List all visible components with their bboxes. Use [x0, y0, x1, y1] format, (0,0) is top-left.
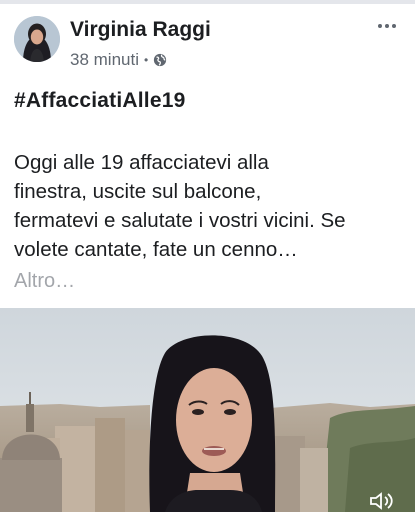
- post-timestamp[interactable]: 38 minuti: [70, 50, 139, 70]
- speaker-icon[interactable]: [369, 492, 395, 510]
- avatar-photo: [14, 16, 60, 62]
- post-text-line: fermatevi e salutate i vostri vicini. Se: [14, 209, 346, 232]
- post-text-line: volete cantate, fate un cenno…: [14, 238, 298, 261]
- video-frame: [0, 308, 415, 512]
- post-header: Virginia Raggi 38 minuti •: [0, 4, 415, 74]
- post-hashtag[interactable]: #AffacciatiAlle19: [14, 89, 185, 113]
- author-name[interactable]: Virginia Raggi: [70, 18, 211, 42]
- more-dot: [385, 24, 389, 28]
- more-dot: [378, 24, 382, 28]
- globe-icon: [154, 53, 167, 67]
- post-text-line: Oggi alle 19 affacciatevi alla: [14, 151, 269, 174]
- post-text-line: finestra, uscite sul balcone,: [14, 180, 262, 203]
- see-more-link[interactable]: Altro…: [14, 270, 75, 293]
- video-player[interactable]: [0, 308, 415, 512]
- avatar[interactable]: [14, 16, 60, 62]
- more-options-button[interactable]: [373, 14, 401, 38]
- meta-separator: •: [143, 53, 149, 67]
- post-text: Oggi alle 19 affacciatevi alla finestra,…: [14, 148, 406, 264]
- post-meta: 38 minuti •: [70, 49, 167, 71]
- more-dot: [392, 24, 396, 28]
